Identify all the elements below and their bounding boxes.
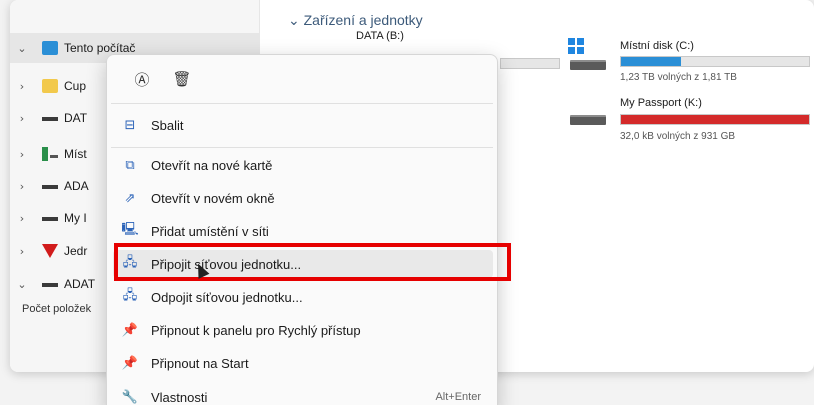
disconnect-drive-icon: 🖧	[122, 288, 138, 303]
drive-icon	[42, 217, 58, 221]
drive-usage-fill-k	[621, 115, 809, 124]
delete-icon: 🗑	[172, 71, 192, 88]
properties-icon: 🔧	[121, 389, 139, 405]
menu-item-collapse[interactable]: ⊟ Sbalit	[113, 111, 493, 139]
delete-button[interactable]: 🗑	[169, 66, 195, 92]
chevron-right-icon[interactable]: ›	[10, 245, 34, 258]
drive-free-space-c: 1,23 TB volných z 1,81 TB	[620, 72, 737, 83]
folder-icon	[42, 79, 58, 93]
drive-name-c[interactable]: Místní disk (C:)	[620, 40, 694, 52]
nav-item-label: Míst	[64, 147, 87, 161]
new-window-icon: ⇗	[124, 190, 136, 206]
shortcut-label: Alt+Enter	[435, 391, 481, 403]
computer-icon	[42, 41, 58, 55]
windows-logo-icon	[568, 38, 584, 54]
local-disk-icon	[42, 147, 58, 161]
menu-item-open-new-window[interactable]: ⇗ Otevřít v novém okně	[113, 184, 493, 212]
highlight-annotation-box	[114, 243, 511, 281]
chevron-right-icon[interactable]: ›	[10, 112, 34, 125]
menu-item-label: Sbalit	[151, 117, 184, 133]
menu-item-open-new-tab[interactable]: ⧉ Otevřít na nové kartě	[113, 151, 493, 179]
chevron-right-icon[interactable]: ›	[10, 212, 34, 225]
menu-divider	[111, 147, 493, 148]
menu-item-label: Otevřít v novém okně	[151, 190, 275, 206]
pin-icon: 📌	[121, 322, 139, 338]
chevron-down-icon[interactable]: ⌄	[10, 42, 34, 55]
menu-item-disconnect-network-drive[interactable]: 🖧 Odpojit síťovou jednotku...	[113, 283, 493, 311]
pin-start-icon: 📌	[121, 355, 139, 371]
menu-item-label: Otevřít na nové kartě	[151, 157, 273, 173]
drive-free-space-k: 32,0 kB volných z 931 GB	[620, 131, 736, 142]
collapse-icon: ⊟	[124, 117, 136, 133]
nav-item-label: Tento počítač	[64, 41, 136, 55]
adobe-icon	[42, 244, 58, 258]
context-menu: Ⓐ 🗑 ⊟ Sbalit ⧉ Otevřít na nové kartě ⇗ O…	[106, 54, 498, 405]
section-title-devices[interactable]: ⌄ Zařízení a jednotky	[288, 12, 423, 29]
menu-divider	[111, 103, 493, 104]
rename-button[interactable]: Ⓐ	[129, 66, 155, 92]
nav-item-label: ADAT	[64, 277, 96, 291]
menu-item-pin-start[interactable]: 📌 Připnout na Start	[113, 349, 493, 377]
nav-item-label: ADA	[64, 179, 89, 193]
rename-icon: Ⓐ	[134, 71, 150, 89]
drive-name-k[interactable]: My Passport (K:)	[620, 97, 702, 109]
menu-item-label: Přidat umístění v síti	[151, 223, 269, 239]
chevron-right-icon[interactable]: ›	[10, 180, 34, 193]
drive-icon	[42, 185, 58, 189]
menu-item-label: Vlastnosti	[151, 389, 208, 405]
context-menu-quick-actions: Ⓐ 🗑	[107, 55, 497, 103]
chevron-down-icon[interactable]: ⌄	[10, 278, 34, 291]
hard-drive-icon	[570, 115, 606, 125]
drive-usage-bar-k	[620, 114, 810, 125]
nav-item-label: DAT	[64, 111, 88, 125]
new-tab-icon: ⧉	[125, 157, 135, 173]
menu-item-pin-quick-access[interactable]: 📌 Připnout k panelu pro Rychlý přístup	[113, 316, 493, 344]
chevron-right-icon[interactable]: ›	[10, 148, 34, 161]
nav-item-label: My I	[64, 211, 87, 225]
menu-item-properties[interactable]: 🔧 Vlastnosti Alt+Enter	[113, 383, 493, 405]
drive-usage-fill-c	[621, 57, 682, 66]
drive-icon	[42, 117, 58, 121]
menu-item-label: Připnout k panelu pro Rychlý přístup	[151, 322, 361, 338]
menu-item-label: Připnout na Start	[151, 355, 249, 371]
menu-item-add-network-location[interactable]: 🖳 Přidat umístění v síti	[113, 217, 493, 245]
drive-usage-bar-c	[620, 56, 810, 67]
nav-item-label: Jedr	[64, 244, 88, 258]
network-location-icon: 🖳	[121, 222, 139, 237]
drive-usage-bar-data	[500, 58, 560, 69]
nav-item-label: Cup	[64, 79, 87, 93]
status-bar-item-count: Počet položek	[22, 303, 92, 315]
drive-icon	[42, 283, 58, 287]
chevron-right-icon[interactable]: ›	[10, 80, 34, 93]
drive-name-data[interactable]: DATA (B:)	[356, 30, 404, 42]
hard-drive-icon	[570, 60, 606, 70]
menu-item-label: Odpojit síťovou jednotku...	[151, 289, 303, 305]
